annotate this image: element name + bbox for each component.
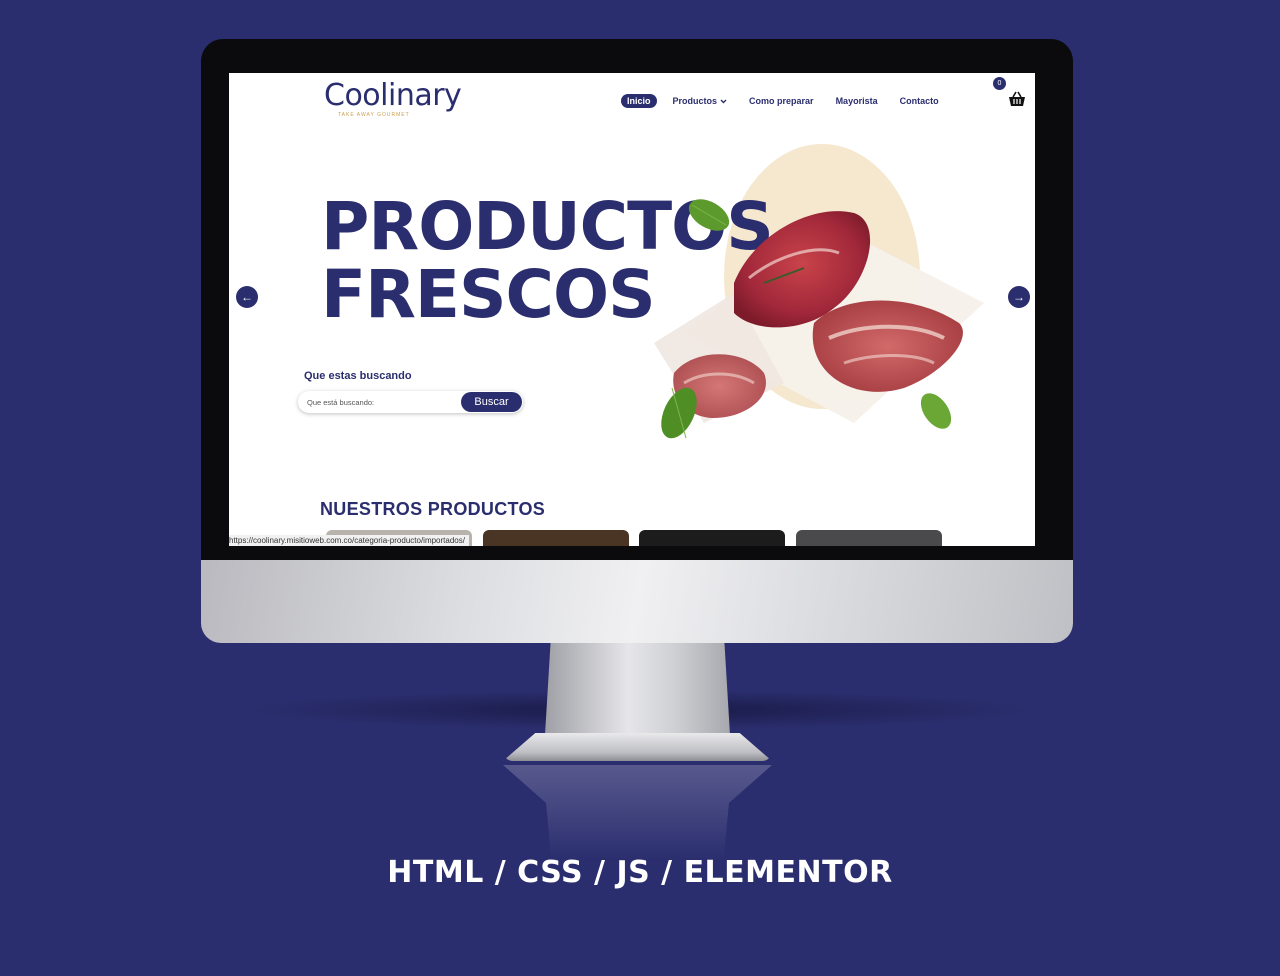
nav-item-inicio[interactable]: Inicio <box>621 94 657 108</box>
monitor-stand-neck <box>545 643 730 735</box>
nav-item-productos[interactable]: Productos <box>667 94 734 108</box>
website-screen: Coolinary TAKE AWAY GOURMET Inicio Produ… <box>229 73 1035 546</box>
stand-reflection <box>503 765 772 860</box>
tech-caption: HTML / CSS / JS / ELEMENTOR <box>387 855 893 890</box>
nav-item-label: Contacto <box>899 96 939 106</box>
product-card[interactable] <box>796 530 942 546</box>
search-box: Buscar <box>298 391 523 413</box>
arrow-left-icon: ← <box>241 290 253 304</box>
slider-next-arrow[interactable]: → <box>1008 286 1030 308</box>
basket-icon[interactable] <box>1007 89 1027 109</box>
nav-item-label: Productos <box>672 96 718 106</box>
search-label: Que estas buscando <box>304 370 412 382</box>
monitor-chin <box>201 560 1073 643</box>
chevron-down-icon <box>720 99 727 103</box>
nav-item-mayorista[interactable]: Mayorista <box>830 94 884 108</box>
search-input[interactable] <box>307 395 457 409</box>
products-section-title: NUESTROS PRODUCTOS <box>320 499 546 519</box>
cart-count-badge: 0 <box>993 77 1006 90</box>
nav-item-label: Como preparar <box>749 96 814 106</box>
main-nav: Inicio Productos Como preparar Mayorista… <box>621 94 945 108</box>
site-logo[interactable]: Coolinary TAKE AWAY GOURMET <box>324 78 462 121</box>
logo-wordmark: Coolinary <box>324 78 462 113</box>
monitor-stand-base <box>503 733 772 761</box>
logo-tagline: TAKE AWAY GOURMET <box>338 112 410 118</box>
slider-prev-arrow[interactable]: ← <box>236 286 258 308</box>
product-card[interactable] <box>639 530 785 546</box>
status-bar-url: https://coolinary.misitioweb.com.co/cate… <box>229 535 469 546</box>
meat-steaks-image <box>654 199 984 439</box>
product-card[interactable] <box>483 530 629 546</box>
nav-item-label: Inicio <box>627 96 651 106</box>
nav-item-como-preparar[interactable]: Como preparar <box>743 94 820 108</box>
nav-item-label: Mayorista <box>835 96 878 106</box>
arrow-right-icon: → <box>1013 290 1025 304</box>
search-button[interactable]: Buscar <box>461 392 522 412</box>
nav-item-contacto[interactable]: Contacto <box>894 94 945 108</box>
